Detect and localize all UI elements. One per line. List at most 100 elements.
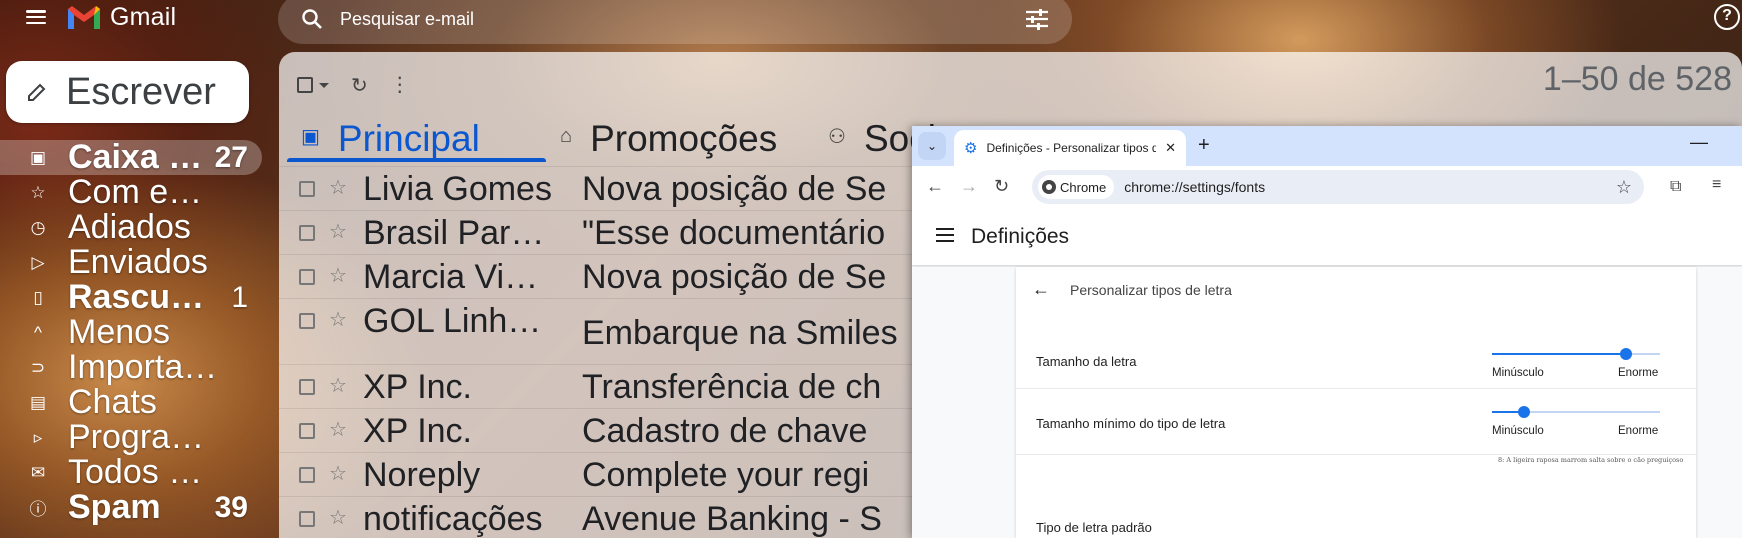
star-icon[interactable]: ☆	[329, 505, 347, 530]
font-sample-text: 8: A ligeira raposa marrom salta sobre o…	[1498, 456, 1684, 464]
tab-principal[interactable]: ▣ Principal	[287, 110, 546, 162]
extensions-icon[interactable]: ⧉	[1670, 178, 1681, 196]
star-icon[interactable]: ☆	[329, 219, 347, 244]
search-icon[interactable]	[300, 7, 324, 31]
browser-tab-settings[interactable]: ⚙ Definições - Personalizar tipos de let…	[954, 130, 1186, 166]
forward-icon[interactable]: →	[960, 176, 978, 197]
sidebar-item-label: Menos	[68, 315, 171, 350]
draft-count: 1	[231, 280, 248, 314]
row-checkbox[interactable]	[299, 379, 315, 395]
compose-label: Escrever	[66, 70, 216, 113]
reading-list-icon[interactable]: ≡	[1712, 176, 1721, 194]
row-checkbox[interactable]	[299, 269, 315, 285]
sidebar-item-chats[interactable]: ▤ Chats	[0, 385, 262, 420]
row-checkbox[interactable]	[299, 313, 315, 329]
help-icon[interactable]: ?	[1714, 4, 1740, 30]
star-icon[interactable]: ☆	[329, 461, 347, 486]
slider-max-label: Enorme	[1618, 425, 1659, 437]
sidebar-item-less[interactable]: ^ Menos	[0, 315, 262, 350]
gmail-logo[interactable]: Gmail	[66, 2, 176, 32]
reload-icon[interactable]: ↻	[994, 176, 1009, 197]
sidebar-item-sent[interactable]: ▷ Enviados	[0, 245, 262, 280]
email-sender: Livia Gomes	[363, 170, 552, 208]
draft-icon: ▯	[33, 287, 43, 307]
settings-menu-icon[interactable]	[936, 228, 954, 242]
email-sender: XP Inc.	[363, 412, 472, 450]
chrome-titlebar: ⌄ ⚙ Definições - Personalizar tipos de l…	[912, 126, 1742, 166]
sidebar-item-drafts[interactable]: ▯ Rascunhos 1	[0, 280, 262, 315]
sidebar-item-label: Com estrela	[68, 175, 218, 210]
min-font-size-setting: Tamanho mínimo do tipo de letra Minúscul…	[1016, 389, 1696, 455]
category-tabs: ▣ Principal ⌂ Promoções ⚇ Social	[287, 110, 934, 162]
bookmark-star-icon[interactable]: ☆	[1616, 177, 1632, 198]
slider-knob[interactable]	[1620, 348, 1633, 360]
email-subject: Nova posição de Se	[582, 170, 887, 208]
font-size-setting: Tamanho da letra Minúsculo Enorme	[1016, 333, 1696, 389]
label-important-icon: ⊃	[30, 357, 46, 377]
star-icon[interactable]: ☆	[329, 373, 347, 398]
back-arrow-icon[interactable]: ←	[1032, 279, 1050, 300]
email-sender: GOL Linhas Aéreas	[363, 302, 553, 340]
sidebar-item-label: Chats	[68, 385, 157, 420]
row-checkbox[interactable]	[299, 511, 315, 527]
site-info-chip[interactable]: Chrome	[1038, 175, 1115, 199]
close-tab-icon[interactable]: ✕	[1165, 140, 1176, 156]
tab-label: Promoções	[590, 118, 778, 159]
slider-max-label: Enorme	[1618, 367, 1659, 379]
row-checkbox[interactable]	[299, 225, 315, 241]
minimize-icon[interactable]: —	[1690, 132, 1708, 153]
slider-knob[interactable]	[1517, 406, 1530, 418]
refresh-icon[interactable]: ↻	[351, 73, 368, 98]
toolbar: ← → ↻ Chrome chrome://settings/fonts ☆ ⧉…	[912, 166, 1742, 210]
chrome-icon	[1042, 180, 1056, 194]
row-checkbox[interactable]	[299, 423, 315, 439]
gear-icon: ⚙	[964, 140, 978, 157]
sidebar-item-starred[interactable]: ☆ Com estrela	[0, 175, 262, 210]
sidebar-item-label: Todos os e-mails	[68, 455, 218, 490]
star-icon: ☆	[30, 182, 46, 202]
search-input[interactable]: Pesquisar e-mail	[340, 9, 1024, 30]
url-text[interactable]: chrome://settings/fonts	[1124, 179, 1616, 195]
min-font-size-slider[interactable]	[1492, 406, 1660, 418]
sidebar-item-inbox[interactable]: ▣ Caixa de entrada 27	[0, 140, 262, 175]
sidebar-item-important[interactable]: ⊃ Importante	[0, 350, 262, 385]
sidebar-item-all-mail[interactable]: ✉ Todos os e-mails	[0, 455, 262, 490]
star-icon[interactable]: ☆	[329, 175, 347, 200]
tab-promocoes[interactable]: ⌂ Promoções	[546, 110, 814, 162]
sidebar-item-snoozed[interactable]: ◷ Adiados	[0, 210, 262, 245]
select-all-checkbox[interactable]	[297, 77, 313, 93]
star-icon[interactable]: ☆	[329, 307, 347, 332]
setting-label: Tamanho da letra	[1036, 354, 1137, 369]
unread-count: 27	[214, 140, 248, 174]
subpage-title: Personalizar tipos de letra	[1070, 281, 1232, 298]
pagination-count: 1–50 de 528	[1542, 60, 1732, 98]
spam-icon: ⓘ	[29, 500, 47, 519]
settings-header: Definições	[912, 210, 1742, 266]
sidebar-item-label: Caixa de entrada	[68, 140, 218, 175]
search-bar[interactable]: Pesquisar e-mail	[278, 0, 1072, 44]
star-icon[interactable]: ☆	[329, 263, 347, 288]
compose-button[interactable]: Escrever	[6, 61, 249, 123]
sidebar-item-label: Adiados	[68, 210, 191, 245]
row-checkbox[interactable]	[299, 467, 315, 483]
more-options-icon[interactable]: ⋮	[390, 75, 410, 95]
row-checkbox[interactable]	[299, 181, 315, 197]
new-tab-icon[interactable]: +	[1198, 134, 1210, 157]
main-menu-icon[interactable]	[24, 6, 48, 28]
all-mail-icon: ✉	[30, 462, 46, 482]
email-subject: Transferência de ch	[582, 368, 882, 406]
subpage-header: ← Personalizar tipos de letra	[1032, 279, 1232, 300]
font-size-slider[interactable]	[1492, 348, 1660, 360]
sidebar-item-scheduled[interactable]: ▹ Programados	[0, 420, 262, 455]
address-bar[interactable]: Chrome chrome://settings/fonts ☆	[1032, 170, 1644, 204]
chat-icon: ▤	[29, 392, 47, 412]
email-subject: "Esse documentário	[582, 214, 886, 252]
star-icon[interactable]: ☆	[329, 417, 347, 442]
sidebar-item-spam[interactable]: ⓘ Spam 39	[0, 490, 262, 525]
search-options-icon[interactable]	[1024, 8, 1050, 30]
tab-search-icon[interactable]: ⌄	[918, 132, 946, 160]
select-dropdown-icon[interactable]	[319, 82, 329, 88]
back-icon[interactable]: ←	[926, 176, 944, 197]
sidebar-item-label: Enviados	[68, 245, 208, 280]
sidebar-item-label: Spam	[68, 490, 161, 525]
